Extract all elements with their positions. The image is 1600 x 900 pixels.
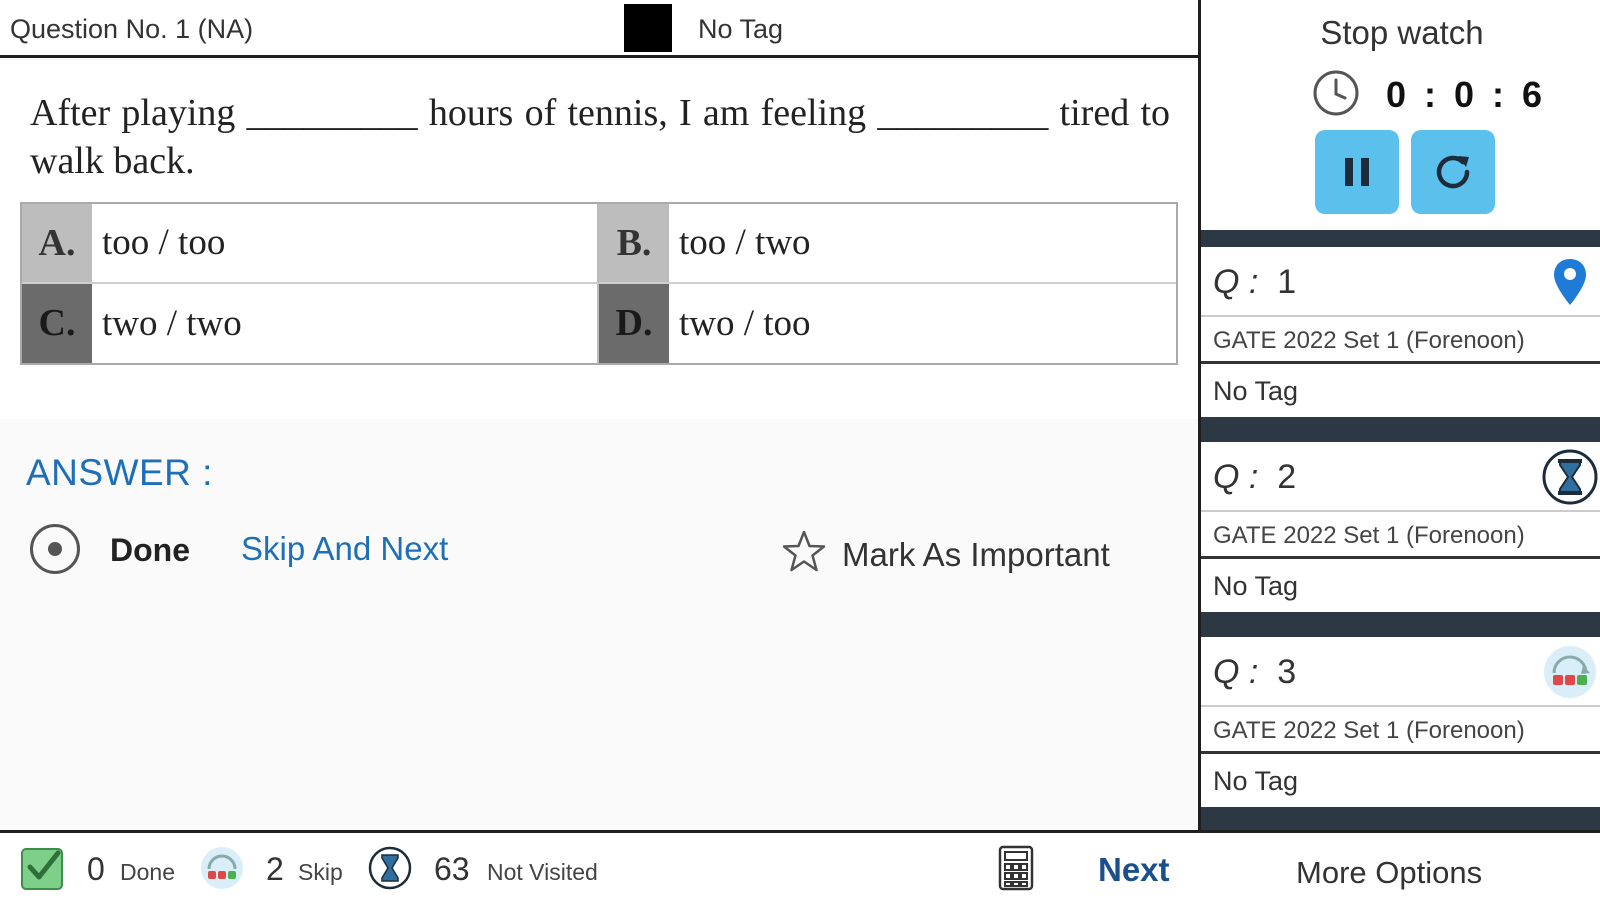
pause-icon — [1345, 158, 1369, 186]
option-letter: A. — [22, 204, 92, 282]
clock-icon — [1313, 70, 1359, 116]
skip-count: 2 — [266, 851, 284, 887]
option-b[interactable]: B. too / two — [599, 204, 1176, 284]
question-card-index: 2 — [1277, 458, 1297, 496]
option-letter: D. — [599, 283, 669, 363]
star-icon[interactable] — [780, 528, 828, 576]
mark-important-label[interactable]: Mark As Important — [842, 536, 1110, 574]
question-card-number: Q : 1 — [1213, 263, 1296, 302]
checkbox-icon[interactable] — [20, 845, 66, 891]
question-card-header: Q : 2 — [1201, 442, 1600, 512]
hourglass-icon — [1542, 449, 1598, 505]
question-text: After playing _________ hours of tennis,… — [30, 92, 1170, 182]
answer-label: ANSWER : — [26, 452, 213, 493]
bottom-bar: 0 Done 2 Skip 63 Not Visited Next More O… — [0, 830, 1600, 900]
option-letter: C. — [22, 283, 92, 363]
question-card-header: Q : 1 — [1201, 247, 1600, 317]
done-count: 0 — [87, 851, 105, 887]
more-options-button[interactable]: More Options — [1296, 855, 1482, 891]
question-pane: Question No. 1 (NA) No Tag After playing… — [0, 0, 1198, 830]
stopwatch-time: 0 : 0 : 6 — [1386, 74, 1547, 115]
question-card-source: GATE 2022 Set 1 (Forenoon) — [1201, 317, 1600, 364]
question-card-tag: No Tag — [1213, 571, 1299, 601]
calculator-icon[interactable] — [996, 845, 1036, 891]
option-a[interactable]: A. too / too — [22, 204, 599, 284]
stopwatch-title: Stop watch — [1320, 14, 1484, 51]
option-d[interactable]: D. two / too — [599, 283, 1176, 363]
side-panel: Stop watch 0 : 0 : 6 Q : 1 GATE 2022 Set… — [1198, 0, 1600, 830]
options-grid: A. too / too B. too / two C. two / two D… — [20, 202, 1178, 365]
question-card-source: GATE 2022 Set 1 (Forenoon) — [1201, 707, 1600, 754]
question-card-1[interactable]: Q : 1 GATE 2022 Set 1 (Forenoon) No Tag — [1201, 247, 1600, 417]
hourglass-icon[interactable] — [367, 845, 413, 891]
skip-icon[interactable] — [199, 845, 245, 891]
skip-icon — [1544, 646, 1596, 698]
question-card-header: Q : 3 — [1201, 637, 1600, 707]
location-pin-icon — [1554, 259, 1586, 305]
done-label[interactable]: Done — [110, 532, 190, 569]
not-visited-count: 63 — [434, 851, 470, 887]
question-card-prefix: Q : — [1213, 653, 1259, 691]
option-text: too / too — [102, 222, 226, 264]
question-card-prefix: Q : — [1213, 458, 1259, 496]
reset-button[interactable] — [1411, 130, 1495, 214]
question-card-number: Q : 2 — [1213, 458, 1296, 497]
skip-and-next-link[interactable]: Skip And Next — [241, 530, 448, 568]
question-area: After playing _________ hours of tennis,… — [0, 61, 1198, 419]
next-button[interactable]: Next — [1098, 851, 1170, 889]
option-text: two / too — [679, 302, 811, 344]
question-number: Question No. 1 (NA) — [10, 14, 254, 44]
question-card-index: 1 — [1277, 263, 1297, 301]
option-c[interactable]: C. two / two — [22, 283, 599, 363]
question-card-tag: No Tag — [1213, 766, 1299, 796]
question-tag[interactable]: No Tag — [698, 14, 783, 45]
done-radio[interactable] — [30, 524, 80, 574]
stopwatch-panel: Stop watch 0 : 0 : 6 — [1201, 0, 1600, 230]
not-visited-label: Not Visited — [487, 859, 598, 885]
question-card-index: 3 — [1277, 653, 1297, 691]
question-card-prefix: Q : — [1213, 263, 1259, 301]
question-card-tag: No Tag — [1213, 376, 1299, 406]
question-card-source: GATE 2022 Set 1 (Forenoon) — [1201, 512, 1600, 559]
skip-count-label: Skip — [298, 859, 343, 885]
question-card-3[interactable]: Q : 3 GATE 2022 Set 1 (Forenoon) No Tag — [1201, 637, 1600, 807]
question-header: Question No. 1 (NA) No Tag — [0, 0, 1198, 58]
done-count-label: Done — [120, 859, 175, 885]
refresh-icon — [1436, 155, 1470, 189]
question-card-number: Q : 3 — [1213, 653, 1296, 692]
tag-color-swatch[interactable] — [624, 4, 672, 52]
question-card-2[interactable]: Q : 2 GATE 2022 Set 1 (Forenoon) No Tag — [1201, 442, 1600, 612]
pause-button[interactable] — [1315, 130, 1399, 214]
option-letter: B. — [599, 204, 669, 282]
option-text: too / two — [679, 222, 811, 264]
option-text: two / two — [102, 302, 242, 344]
